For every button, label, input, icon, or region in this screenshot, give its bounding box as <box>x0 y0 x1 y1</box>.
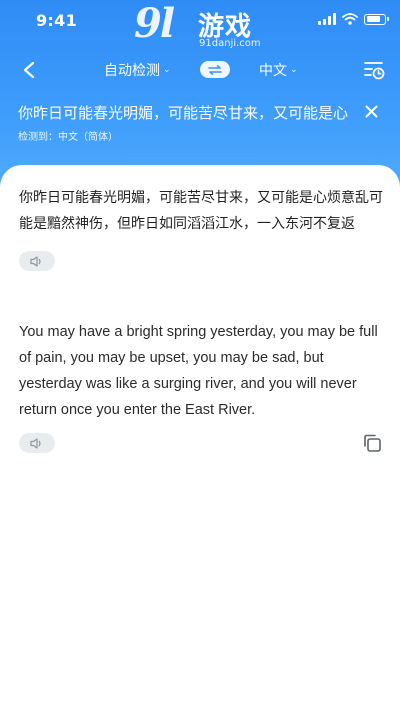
speaker-icon <box>30 437 41 449</box>
copy-icon[interactable] <box>362 433 382 453</box>
source-preview-text: 你昨日可能春光明媚，可能苦尽甘来，又可能是心烦意乱可能是黯然神伤 <box>18 104 348 122</box>
status-icons <box>318 13 389 25</box>
target-language-label: 中文 <box>259 63 287 79</box>
translated-text: You may have a bright spring yesterday, … <box>19 324 378 418</box>
swap-languages-button[interactable] <box>200 61 230 78</box>
battery-icon <box>364 13 389 25</box>
battery-level <box>366 16 381 22</box>
nav-bar: 自动检测 ⌄ 中文 ⌄ <box>0 50 400 90</box>
cellular-signal-icon <box>318 13 336 25</box>
history-clock-icon[interactable] <box>362 58 386 82</box>
speaker-icon <box>30 255 41 267</box>
speak-original-button[interactable] <box>19 251 55 271</box>
watermark-logo-mark: 9l <box>134 0 175 47</box>
back-button[interactable] <box>14 56 44 84</box>
detected-language-label: 检测到：中文（简体） <box>18 132 118 143</box>
source-language-selector[interactable]: 自动检测 ⌄ <box>104 60 171 80</box>
original-text: 你昨日可能春光明媚，可能苦尽甘来，又可能是心烦意乱可能是黯然神伤，但昨日如同滔滔… <box>19 190 383 232</box>
back-arrow-icon <box>23 61 35 79</box>
status-time: 9:41 <box>36 11 77 30</box>
source-language-label: 自动检测 <box>104 63 160 79</box>
watermark-url: 91danji.com <box>199 38 261 49</box>
close-icon <box>365 105 377 117</box>
source-preview: 你昨日可能春光明媚，可能苦尽甘来，又可能是心烦意乱可能是黯然神伤 检测到：中文（… <box>18 100 382 148</box>
target-language-selector[interactable]: 中文 ⌄ <box>259 60 298 80</box>
result-card: 你昨日可能春光明媚，可能苦尽甘来，又可能是心烦意乱可能是黯然神伤，但昨日如同滔滔… <box>0 165 400 711</box>
chevron-down-icon: ⌄ <box>163 65 171 75</box>
chevron-down-icon: ⌄ <box>290 65 298 75</box>
swap-arrows-icon <box>208 64 222 75</box>
watermark-logo: 9l 游戏 91danji.com <box>130 0 270 54</box>
wifi-icon <box>342 13 358 25</box>
close-button[interactable] <box>360 100 382 122</box>
speak-translation-button[interactable] <box>19 433 55 453</box>
